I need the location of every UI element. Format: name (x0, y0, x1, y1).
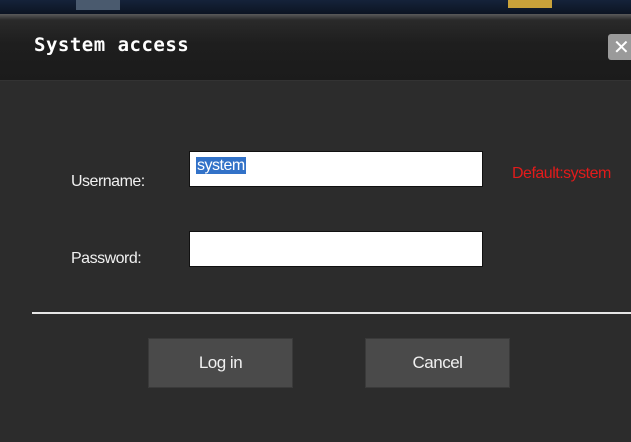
dialog-titlebar[interactable]: System access ✕ (0, 14, 631, 81)
username-field[interactable]: system (189, 151, 483, 187)
dialog-body: Username: system Default:system Password… (0, 81, 631, 442)
password-field[interactable] (189, 231, 483, 267)
username-default-hint: Default:system (512, 165, 611, 182)
cancel-button[interactable]: Cancel (365, 338, 510, 388)
username-value: system (196, 157, 246, 174)
close-icon: ✕ (613, 35, 630, 59)
username-label: Username: (71, 173, 145, 190)
screen: System access ✕ Username: system Default… (0, 0, 631, 442)
password-label: Password: (71, 250, 142, 267)
background-window-strip (0, 0, 631, 14)
dialog-title: System access (34, 34, 190, 56)
login-button[interactable]: Log in (148, 338, 293, 388)
close-button[interactable]: ✕ (608, 34, 631, 60)
background-element (508, 0, 552, 8)
background-element (76, 0, 120, 10)
divider (32, 312, 631, 314)
